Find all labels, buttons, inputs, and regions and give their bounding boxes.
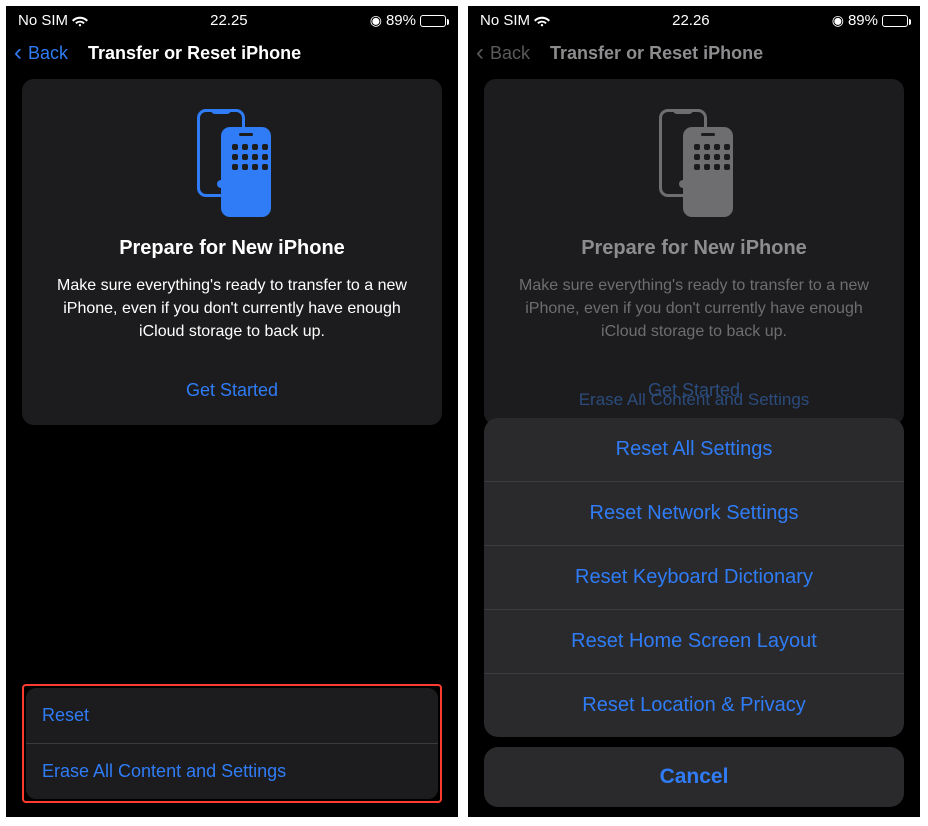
reset-keyboard-dictionary-button[interactable]: Reset Keyboard Dictionary bbox=[484, 545, 904, 609]
cancel-button[interactable]: Cancel bbox=[484, 747, 904, 807]
page-title: Transfer or Reset iPhone bbox=[550, 43, 763, 64]
reset-all-settings-button[interactable]: Reset All Settings bbox=[484, 418, 904, 481]
wifi-icon bbox=[72, 15, 88, 27]
left-screenshot: No SIM 22.25 ◉ 89% ‹ Back Transfer or Re… bbox=[6, 6, 458, 817]
back-button: Back bbox=[490, 43, 530, 64]
reset-action-sheet: Reset All Settings Reset Network Setting… bbox=[484, 418, 904, 737]
iphone-transfer-icon bbox=[649, 105, 739, 215]
bottom-option-list: Reset Erase All Content and Settings bbox=[26, 688, 438, 799]
nav-bar: ‹ Back Transfer or Reset iPhone bbox=[6, 33, 458, 79]
erase-all-button[interactable]: Erase All Content and Settings bbox=[26, 743, 438, 799]
erase-all-button-dimmed: Erase All Content and Settings bbox=[484, 390, 904, 410]
battery-pct: 89% bbox=[848, 12, 878, 29]
right-screenshot: No SIM 22.26 ◉ 89% ‹ Back Transfer or Re… bbox=[468, 6, 920, 817]
reset-button[interactable]: Reset bbox=[26, 688, 438, 743]
prepare-description: Make sure everything's ready to transfer… bbox=[42, 274, 422, 344]
chevron-left-icon: ‹ bbox=[476, 41, 484, 65]
location-icon: ◉ bbox=[370, 12, 382, 29]
carrier-text: No SIM bbox=[480, 12, 530, 29]
clock-text: 22.26 bbox=[672, 12, 710, 29]
reset-network-settings-button[interactable]: Reset Network Settings bbox=[484, 481, 904, 545]
battery-icon bbox=[882, 15, 908, 27]
clock-text: 22.25 bbox=[210, 12, 248, 29]
back-button[interactable]: Back bbox=[28, 43, 68, 64]
prepare-title: Prepare for New iPhone bbox=[504, 237, 884, 260]
location-icon: ◉ bbox=[832, 12, 844, 29]
prepare-card: Prepare for New iPhone Make sure everyth… bbox=[22, 79, 442, 425]
reset-home-screen-layout-button[interactable]: Reset Home Screen Layout bbox=[484, 609, 904, 673]
battery-pct: 89% bbox=[386, 12, 416, 29]
carrier-text: No SIM bbox=[18, 12, 68, 29]
prepare-title: Prepare for New iPhone bbox=[42, 237, 422, 260]
highlight-annotation: Reset Erase All Content and Settings bbox=[22, 684, 442, 803]
reset-location-privacy-button[interactable]: Reset Location & Privacy bbox=[484, 673, 904, 737]
chevron-left-icon[interactable]: ‹ bbox=[14, 41, 22, 65]
wifi-icon bbox=[534, 15, 550, 27]
page-title: Transfer or Reset iPhone bbox=[88, 43, 301, 64]
prepare-card: Prepare for New iPhone Make sure everyth… bbox=[484, 79, 904, 425]
status-bar: No SIM 22.25 ◉ 89% bbox=[6, 6, 458, 33]
status-bar: No SIM 22.26 ◉ 89% bbox=[468, 6, 920, 33]
get-started-button[interactable]: Get Started bbox=[42, 372, 422, 411]
action-sheet-container: Erase All Content and Settings Reset All… bbox=[484, 418, 904, 807]
nav-bar: ‹ Back Transfer or Reset iPhone bbox=[468, 33, 920, 79]
iphone-transfer-icon bbox=[187, 105, 277, 215]
prepare-description: Make sure everything's ready to transfer… bbox=[504, 274, 884, 344]
battery-icon bbox=[420, 15, 446, 27]
